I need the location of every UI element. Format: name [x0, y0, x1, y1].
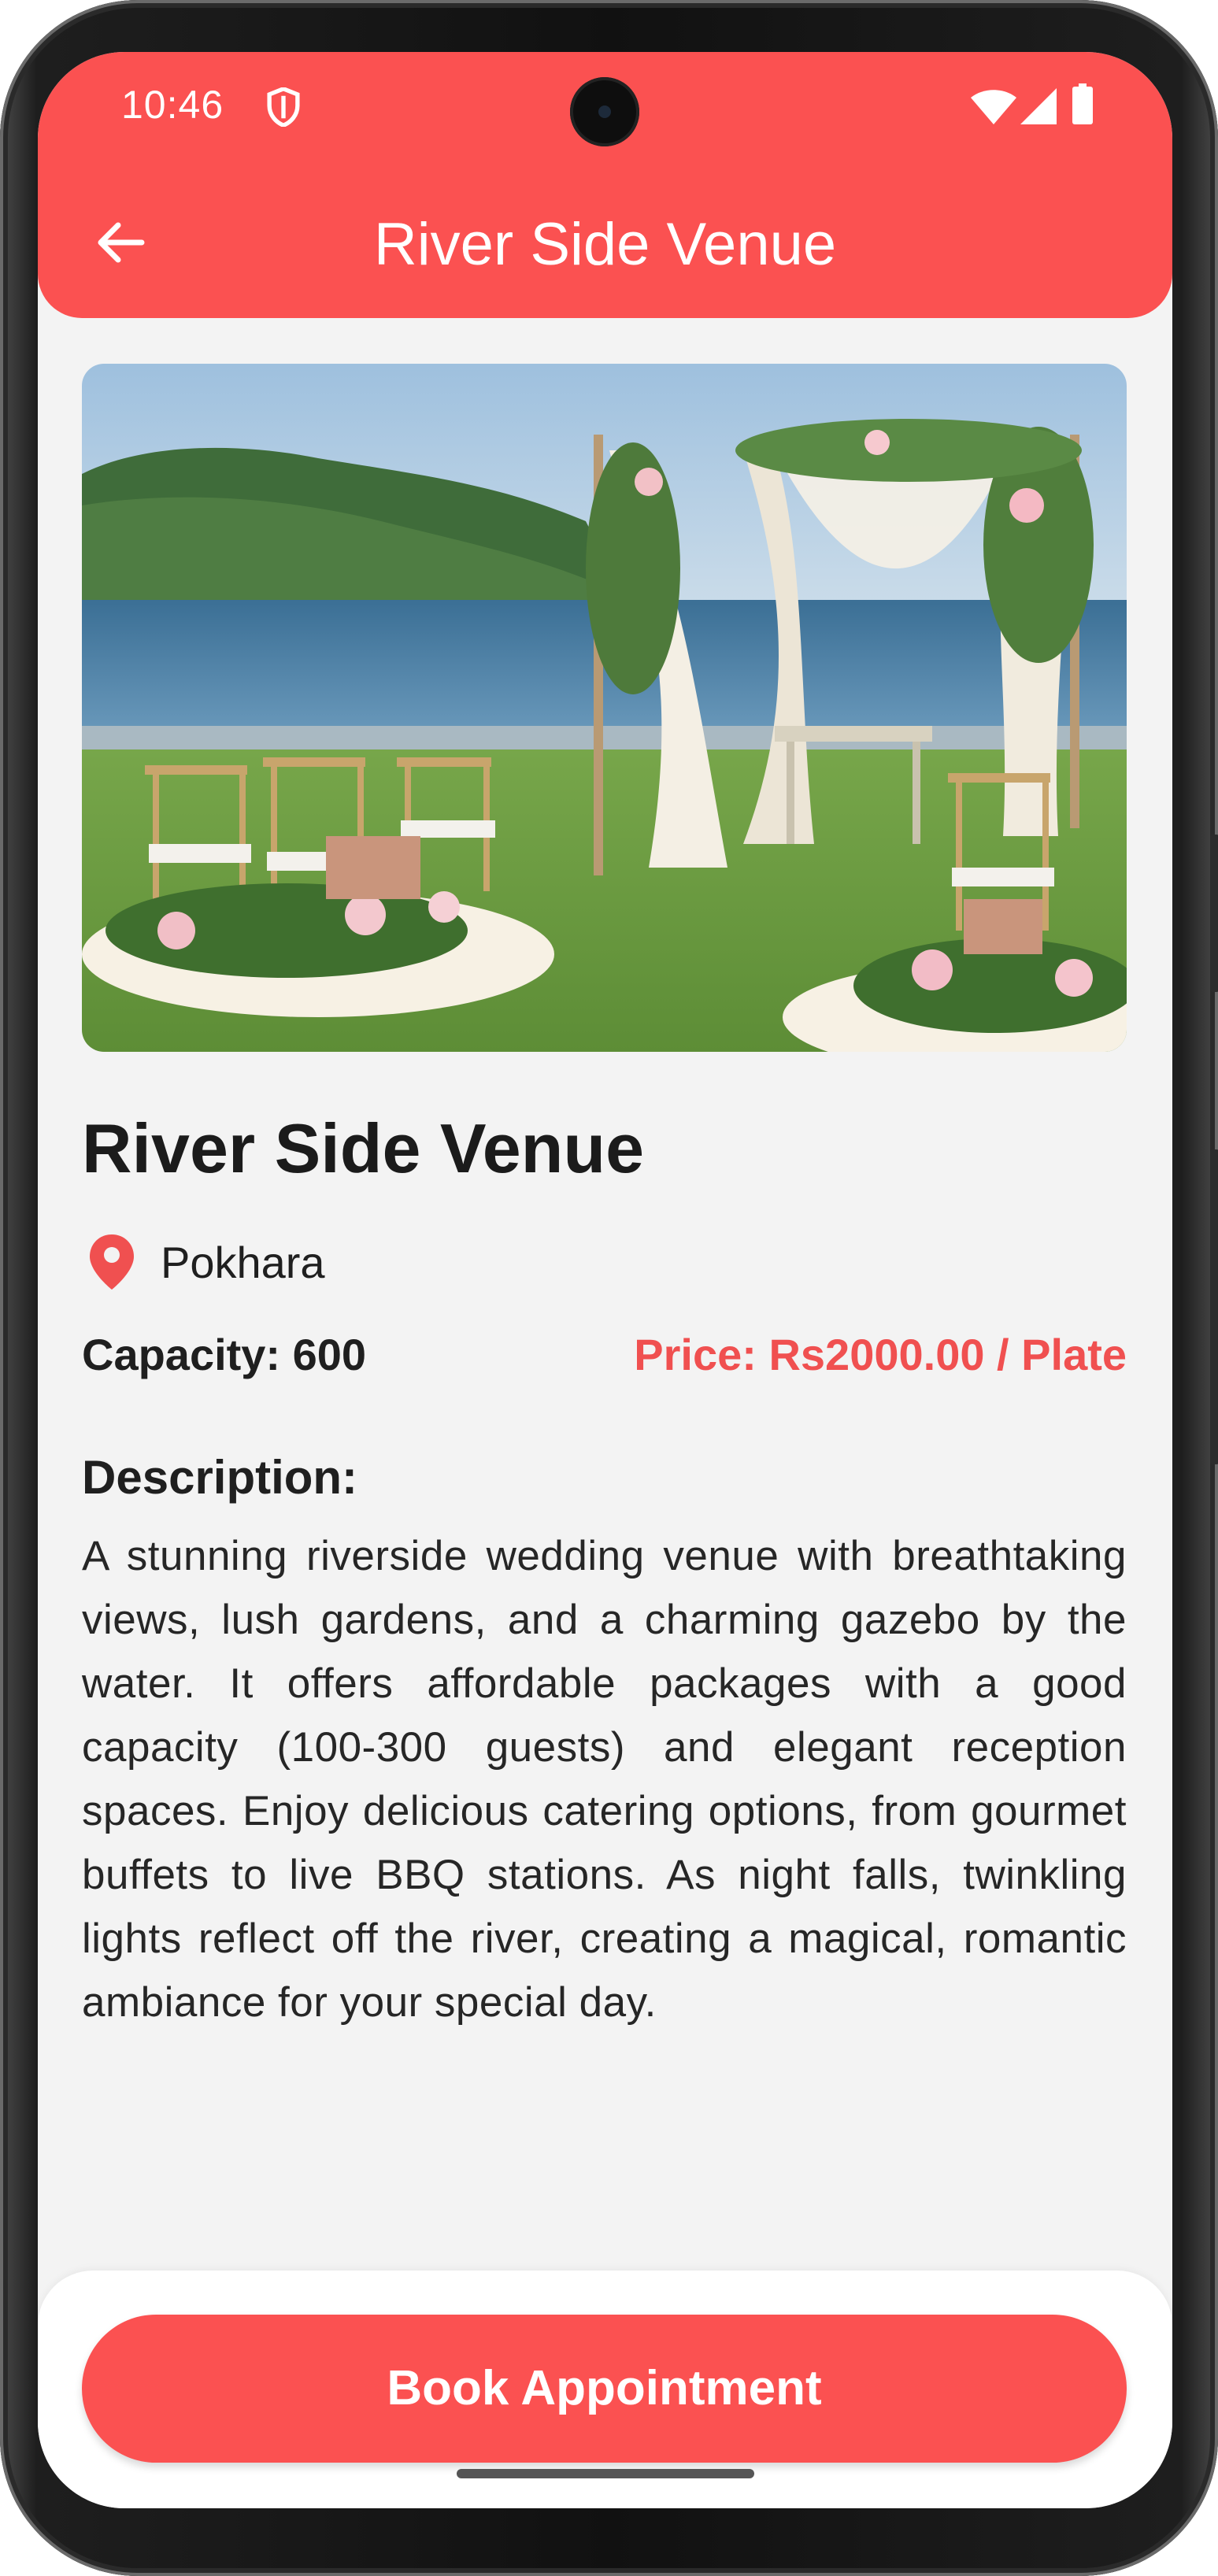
description-label: Description:	[82, 1451, 358, 1504]
app-bar: 10:46 River Side Venue	[38, 52, 1172, 318]
status-time: 10:46	[121, 83, 224, 127]
wifi-icon	[971, 90, 1016, 124]
venue-name: River Side Venue	[82, 1109, 645, 1187]
home-indicator[interactable]	[457, 2469, 754, 2478]
signal-icon	[1020, 88, 1057, 124]
shield-icon	[267, 87, 300, 127]
venue-image[interactable]	[82, 364, 1127, 1052]
power-button	[1210, 835, 1218, 992]
location-pin-icon	[90, 1234, 134, 1290]
front-camera	[570, 77, 639, 146]
venue-description: A stunning riverside wedding venue with …	[82, 1533, 1127, 2026]
venue-location: Pokhara	[161, 1238, 325, 1287]
venue-price: Price: Rs2000.00 / Plate	[634, 1330, 1127, 1379]
book-appointment-button[interactable]: Book Appointment	[82, 2315, 1127, 2463]
volume-buttons	[1210, 1149, 1218, 1464]
battery-icon	[1072, 83, 1093, 124]
venue-illustration	[82, 364, 1127, 1052]
app-bar-title: River Side Venue	[373, 211, 837, 278]
phone-frame: 10:46 River Side Venue River Side Venue …	[0, 0, 1218, 2576]
screen: 10:46 River Side Venue River Side Venue …	[38, 52, 1172, 2508]
venue-capacity: Capacity: 600	[82, 1330, 367, 1379]
